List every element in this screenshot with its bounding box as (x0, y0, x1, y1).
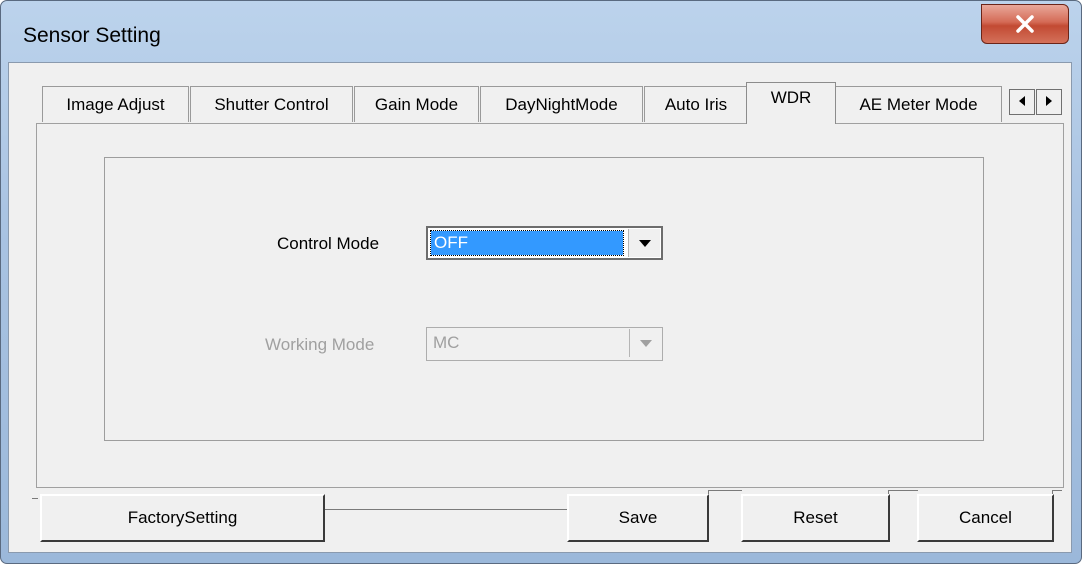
working-mode-select[interactable]: MC (426, 327, 663, 361)
window-title: Sensor Setting (23, 24, 161, 47)
reset-label: Reset (793, 508, 838, 527)
cancel-label: Cancel (959, 508, 1012, 527)
tab-label: Gain Mode (374, 94, 459, 114)
tab-shutter-control[interactable]: Shutter Control (190, 86, 353, 122)
save-label: Save (618, 508, 658, 527)
factory-setting-button[interactable]: FactorySetting (40, 494, 325, 542)
working-mode-label: Working Mode (265, 335, 375, 354)
tab-gain-mode[interactable]: Gain Mode (354, 86, 479, 122)
chevron-down-icon (638, 234, 651, 252)
close-button[interactable] (981, 4, 1069, 44)
tab-scroll-right-button[interactable] (1036, 89, 1062, 115)
separator (1052, 490, 1062, 491)
control-mode-value: OFF (430, 230, 624, 256)
wdr-settings-group (104, 157, 984, 441)
tab-label: WDR (770, 88, 812, 107)
working-mode-dropdown-button[interactable] (629, 329, 661, 357)
tab-auto-iris[interactable]: Auto Iris (644, 86, 748, 122)
control-mode-dropdown-button[interactable] (628, 229, 660, 257)
cancel-button[interactable]: Cancel (917, 494, 1054, 542)
chevron-left-icon (1018, 93, 1026, 111)
close-icon (1015, 15, 1035, 33)
tab-daynightmode[interactable]: DayNightMode (480, 86, 643, 122)
reset-button[interactable]: Reset (741, 494, 890, 542)
tab-label: AE Meter Mode (859, 94, 978, 114)
tab-scroll-left-button[interactable] (1009, 89, 1035, 115)
tab-label: Shutter Control (214, 94, 329, 114)
chevron-down-icon (639, 334, 652, 352)
tab-label: DayNightMode (505, 94, 618, 114)
factory-setting-label: FactorySetting (127, 508, 238, 527)
control-mode-label: Control Mode (277, 234, 380, 253)
chevron-right-icon (1045, 93, 1053, 111)
title-bar[interactable]: Sensor Setting (1, 1, 1081, 69)
tab-scroll-arrows (1009, 89, 1063, 115)
separator (324, 509, 568, 510)
separator (888, 490, 918, 491)
separator (708, 490, 742, 491)
separator (32, 498, 38, 499)
tab-label: Image Adjust (66, 94, 165, 114)
control-mode-select[interactable]: OFF (426, 226, 663, 260)
tab-wdr[interactable]: WDR (746, 82, 836, 124)
save-button[interactable]: Save (567, 494, 709, 542)
tab-ae-meter-mode[interactable]: AE Meter Mode (835, 86, 1002, 122)
working-mode-value: MC (433, 333, 460, 352)
tab-image-adjust[interactable]: Image Adjust (42, 86, 189, 122)
tab-label: Auto Iris (664, 94, 728, 114)
